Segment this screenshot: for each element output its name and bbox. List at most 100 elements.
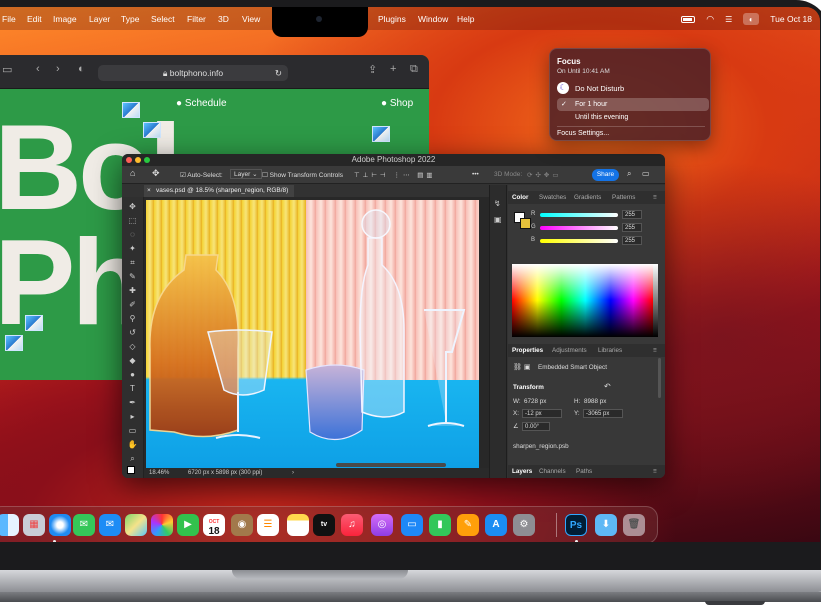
focus-icon[interactable]: ◐ [743,13,760,25]
zoom-button[interactable] [144,157,150,163]
tab-channels[interactable]: Channels [539,465,566,478]
eyedropper-icon[interactable]: ✎ [127,271,138,282]
reload-icon[interactable]: ↻ [275,65,282,81]
reset-transform-icon[interactable]: ↶ [604,382,611,391]
eraser-tool-icon[interactable]: ◇ [127,341,138,352]
focus-settings[interactable]: Focus Settings... [557,130,609,137]
width-value[interactable]: 6728 px [524,398,546,405]
stamp-tool-icon[interactable]: ⚲ [127,313,138,324]
tab-libraries[interactable]: Libraries [598,344,622,357]
tab-layers[interactable]: Layers [512,465,532,478]
document-tab[interactable]: × vases.psd @ 18.5% (sharpen_region, RGB… [144,185,294,197]
document-canvas[interactable] [144,197,489,468]
launchpad-icon[interactable]: ▦ [23,514,45,536]
menu-layer[interactable]: Layer [89,14,110,24]
contacts-icon[interactable]: ◉ [231,514,253,536]
close-tab-icon[interactable]: × [147,185,151,197]
close-button[interactable] [126,157,132,163]
control-center-icon[interactable]: ☰ [725,15,732,24]
downloads-folder-icon[interactable]: ⬇ [595,514,617,536]
foreground-color-swatch[interactable] [127,466,135,474]
y-field[interactable]: -3065 px [583,409,623,418]
photoshop-icon[interactable]: Ps [565,514,587,536]
privacy-icon[interactable]: ◐ [78,63,85,75]
maps-icon[interactable] [125,514,147,536]
brush-tool-icon[interactable]: ✐ [127,299,138,310]
tab-adjustments[interactable]: Adjustments [552,344,587,357]
reminders-icon[interactable]: ☰ [257,514,279,536]
magic-wand-icon[interactable]: ✦ [127,243,138,254]
workspace-icon[interactable]: ▭ [642,169,650,178]
safari-icon[interactable] [49,514,71,536]
green-slider[interactable] [540,226,618,230]
type-tool-icon[interactable]: T [127,383,138,394]
wifi-icon[interactable]: ◠ [706,14,714,25]
blue-slider[interactable] [540,239,618,243]
menu-plugins[interactable]: Plugins [378,14,406,24]
trash-icon[interactable]: 🗑︎ [623,514,645,536]
move-tool-icon[interactable]: ✥ [152,168,160,179]
lasso-tool-icon[interactable]: ◌ [127,229,138,240]
panel-menu-icon[interactable]: ≡ [653,465,657,478]
new-tab-icon[interactable]: + [390,63,396,75]
tab-swatches[interactable]: Swatches [539,191,566,204]
tab-color[interactable]: Color [512,191,528,204]
facetime-icon[interactable]: ▶ [177,514,199,536]
move-tool-icon[interactable]: ✥ [127,201,138,212]
finder-icon[interactable] [0,514,19,536]
menu-edit[interactable]: Edit [27,14,42,24]
tab-overview-icon[interactable]: ⧉ [410,63,418,76]
minimize-button[interactable] [135,157,141,163]
auto-select-checkbox[interactable]: ☑ Auto-Select: [180,171,223,179]
sidebar-icon[interactable]: ▭ [2,63,12,76]
menu-view[interactable]: View [242,14,260,24]
tab-properties[interactable]: Properties [512,344,543,357]
blue-value[interactable]: 255 [622,236,642,245]
nav-schedule[interactable]: ● Schedule [176,98,227,109]
share-button[interactable]: Share [592,169,619,181]
more-options-icon[interactable]: ••• [472,171,479,178]
red-value[interactable]: 255 [622,210,642,219]
podcasts-icon[interactable]: ◎ [371,514,393,536]
history-icon[interactable]: ↯ [494,199,501,208]
hand-tool-icon[interactable]: ✋ [127,439,138,450]
menu-image[interactable]: Image [53,14,77,24]
numbers-icon[interactable]: ▮ [429,514,451,536]
photos-icon[interactable] [151,514,173,536]
healing-brush-icon[interactable]: ✚ [127,285,138,296]
red-slider[interactable] [540,213,618,217]
music-icon[interactable]: ♫ [341,514,363,536]
menu-filter[interactable]: Filter [187,14,206,24]
canvas-scrollbar[interactable] [336,463,446,467]
system-preferences-icon[interactable]: ⚙ [513,514,535,536]
menu-window[interactable]: Window [418,14,448,24]
menu-3d[interactable]: 3D [218,14,229,24]
layer-dropdown[interactable]: Layer ⌄ [230,169,262,179]
height-value[interactable]: 8988 px [584,398,606,405]
transform-controls-checkbox[interactable]: ☐ Show Transform Controls [262,171,343,179]
value-strip[interactable] [653,264,658,337]
path-select-icon[interactable]: ▸ [127,411,138,422]
tab-paths[interactable]: Paths [576,465,592,478]
tv-icon[interactable]: tv [313,514,335,536]
messages-icon[interactable]: ✉ [73,514,95,536]
green-value[interactable]: 255 [622,223,642,232]
3d-icons[interactable]: ⟳✣✥▭ [527,171,561,179]
shape-tool-icon[interactable]: ▭ [127,425,138,436]
share-icon[interactable]: ⇪ [368,63,377,76]
zoom-tool-icon[interactable]: ⌕ [127,453,138,464]
do-not-disturb[interactable]: Do Not Disturb [575,84,624,93]
focus-option-1-hour[interactable]: For 1 hour [575,101,607,108]
panel-menu-icon[interactable]: ≡ [653,344,657,357]
tab-patterns[interactable]: Patterns [612,191,635,204]
battery-icon[interactable] [681,15,696,23]
pages-icon[interactable]: ✎ [457,514,479,536]
status-arrow-icon[interactable]: › [292,468,294,478]
notes-icon[interactable] [287,514,309,536]
address-bar[interactable]: 🔒︎ boltphono.info ↻ [98,65,288,81]
align-icons[interactable]: ⊤⊥⊢⊣ ⋮⋯ ▤▥ [354,171,436,179]
search-icon[interactable]: ⌕ [627,169,631,179]
background-swatch[interactable] [520,218,531,229]
menu-select[interactable]: Select [151,14,175,24]
menu-type[interactable]: Type [121,14,139,24]
